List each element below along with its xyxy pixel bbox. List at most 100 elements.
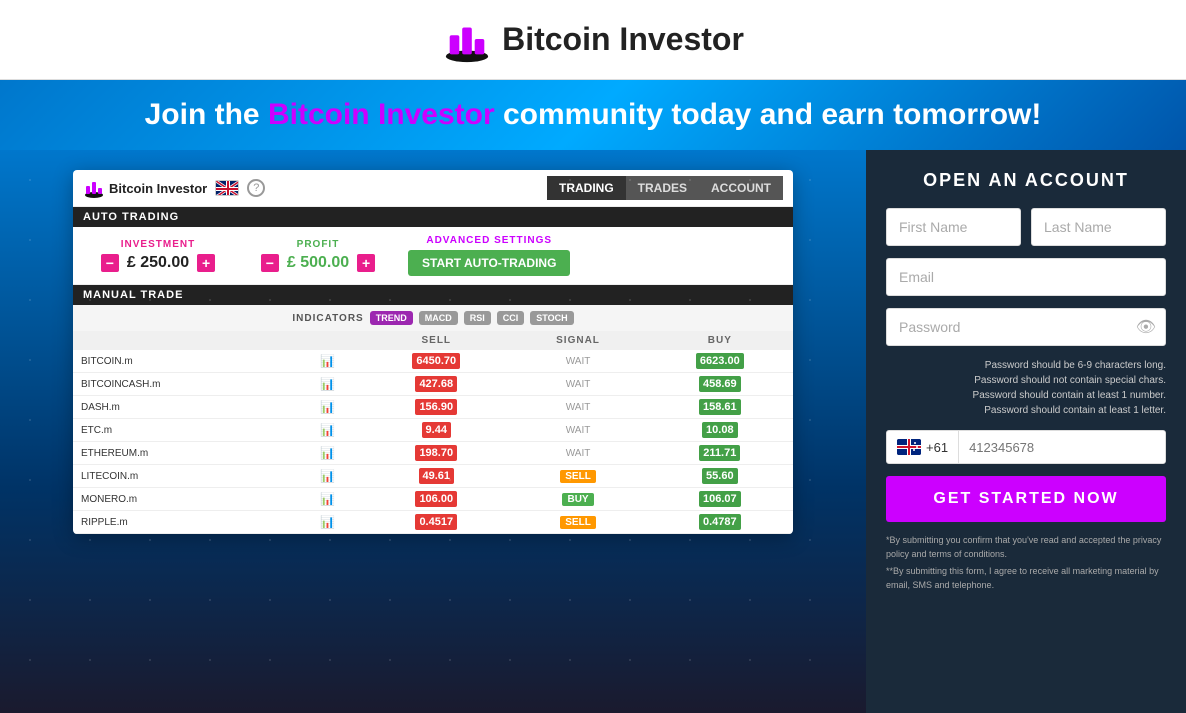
row-sell: 106.00 [363,488,509,511]
row-signal: WAIT [509,350,646,373]
tab-trades[interactable]: TRADES [626,176,699,200]
col-signal: SIGNAL [509,331,646,350]
help-icon[interactable]: ? [247,179,265,197]
hint-special: Password should not contain special char… [886,373,1166,388]
row-sell: 6450.70 [363,350,509,373]
password-hints: Password should be 6-9 characters long. … [886,358,1166,418]
hero-brand: Bitcoin Investor [268,98,495,131]
badge-trend: TREND [370,311,413,325]
table-row: BITCOINCASH.m📊427.68WAIT458.69 [73,373,793,396]
row-signal: WAIT [509,396,646,419]
investment-decrease-btn[interactable]: − [101,254,119,272]
row-signal: WAIT [509,442,646,465]
row-chart-icon[interactable]: 📊 [292,373,363,396]
hint-number: Password should contain at least 1 numbe… [886,388,1166,403]
row-name: DASH.m [73,396,292,419]
first-name-input[interactable] [886,208,1021,246]
row-signal: SELL [509,511,646,534]
row-buy: 211.71 [647,442,793,465]
hero-text-before: Join the [145,98,268,131]
app-title: Bitcoin Investor [502,21,744,58]
row-name: LITECOIN.m [73,465,292,488]
auto-trading-bar: AUTO TRADING [73,207,793,227]
row-buy: 6623.00 [647,350,793,373]
table-row: LITECOIN.m📊49.61SELL55.60 [73,465,793,488]
manual-trade-bar: MANUAL TRADE [73,285,793,305]
table-row: DASH.m📊156.90WAIT158.61 [73,396,793,419]
row-sell: 9.44 [363,419,509,442]
badge-cci: CCI [497,311,525,325]
table-row: BITCOIN.m📊6450.70WAIT6623.00 [73,350,793,373]
trading-panel: Bitcoin Investor [0,150,866,713]
toggle-password-icon[interactable]: 👁 [1136,317,1156,337]
badge-stoch: STOCH [530,311,573,325]
table-row: MONERO.m📊106.00BUY106.07 [73,488,793,511]
row-chart-icon[interactable]: 📊 [292,488,363,511]
password-input[interactable] [886,308,1166,346]
investment-group: INVESTMENT − £ 250.00 + [88,239,228,272]
phone-country-selector[interactable]: +61 [887,431,959,463]
hero-text-after: community today and earn tomorrow! [495,98,1042,131]
hero-banner: Join the Bitcoin Investor community toda… [0,80,1186,150]
logo-icon [442,17,492,62]
row-sell: 0.4517 [363,511,509,534]
investment-label: INVESTMENT [121,239,195,250]
last-name-input[interactable] [1031,208,1166,246]
trade-table: SELL SIGNAL BUY BITCOIN.m📊6450.70WAIT662… [73,331,793,534]
row-signal: SELL [509,465,646,488]
table-row: RIPPLE.m📊0.4517SELL0.4787 [73,511,793,534]
tab-trading[interactable]: TRADING [547,176,626,200]
phone-row: +61 [886,430,1166,464]
hint-letter: Password should contain at least 1 lette… [886,403,1166,418]
phone-input[interactable] [959,431,1165,463]
profit-value: £ 500.00 [287,254,349,272]
profit-decrease-btn[interactable]: − [261,254,279,272]
tab-account[interactable]: ACCOUNT [699,176,783,200]
row-buy: 458.69 [647,373,793,396]
investment-row: INVESTMENT − £ 250.00 + PROFIT − £ 500.0… [73,227,793,285]
indicators-row: INDICATORS TREND MACD RSI CCI STOCH [73,305,793,331]
trading-widget: Bitcoin Investor [73,170,793,534]
row-chart-icon[interactable]: 📊 [292,511,363,534]
row-buy: 0.4787 [647,511,793,534]
widget-logo: Bitcoin Investor [83,178,207,198]
widget-tabs: TRADING TRADES ACCOUNT [547,176,783,200]
profit-increase-btn[interactable]: + [357,254,375,272]
start-auto-trading-btn[interactable]: START AUTO-TRADING [408,250,570,276]
row-signal: WAIT [509,373,646,396]
row-name: MONERO.m [73,488,292,511]
row-chart-icon[interactable]: 📊 [292,396,363,419]
topbar-left: Bitcoin Investor [83,178,265,198]
profit-group: PROFIT − £ 500.00 + [248,239,388,272]
row-signal: BUY [509,488,646,511]
header: Bitcoin Investor [0,0,1186,80]
badge-rsi: RSI [464,311,491,325]
row-name: ETC.m [73,419,292,442]
row-sell: 156.90 [363,396,509,419]
col-name [73,331,292,350]
row-buy: 10.08 [647,419,793,442]
registration-panel: OPEN AN ACCOUNT 👁 Password should be 6-9… [866,150,1186,713]
row-chart-icon[interactable]: 📊 [292,419,363,442]
email-input[interactable] [886,258,1166,296]
disclaimer-1: *By submitting you confirm that you've r… [886,534,1166,561]
row-chart-icon[interactable]: 📊 [292,465,363,488]
country-code: +61 [926,440,948,455]
widget-title: Bitcoin Investor [109,181,207,196]
hint-length: Password should be 6-9 characters long. [886,358,1166,373]
row-signal: WAIT [509,419,646,442]
row-buy: 158.61 [647,396,793,419]
profit-controls: − £ 500.00 + [261,254,375,272]
row-name: ETHEREUM.m [73,442,292,465]
row-name: BITCOIN.m [73,350,292,373]
row-buy: 55.60 [647,465,793,488]
col-buy: BUY [647,331,793,350]
investment-increase-btn[interactable]: + [197,254,215,272]
badge-macd: MACD [419,311,458,325]
row-chart-icon[interactable]: 📊 [292,350,363,373]
main-content: Bitcoin Investor [0,150,1186,713]
get-started-btn[interactable]: GET STARTED NOW [886,476,1166,522]
row-buy: 106.07 [647,488,793,511]
indicators-label: INDICATORS [292,313,363,324]
row-chart-icon[interactable]: 📊 [292,442,363,465]
